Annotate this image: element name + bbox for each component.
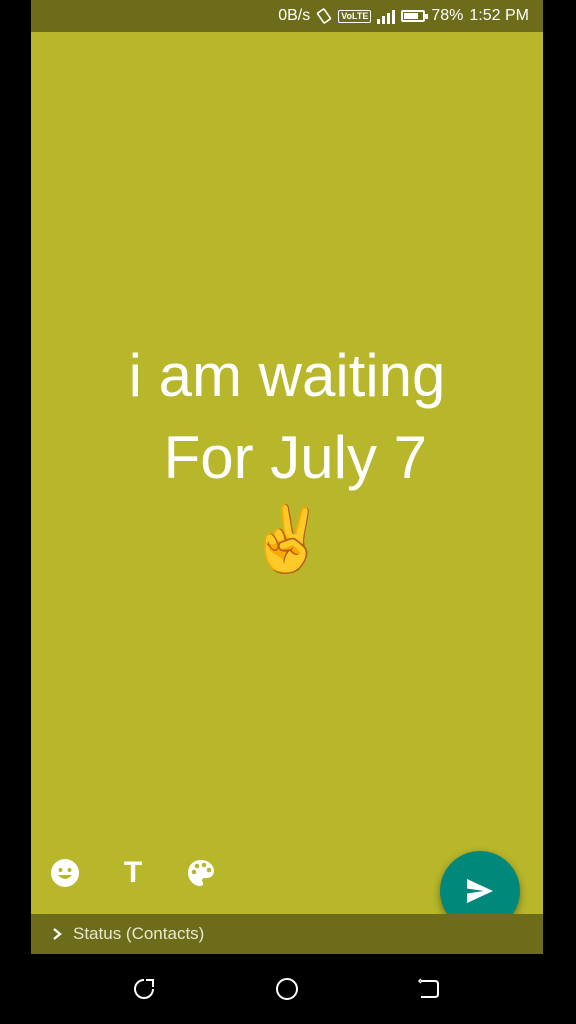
- emoji-icon[interactable]: [48, 856, 82, 890]
- battery-percent: 78%: [431, 7, 464, 24]
- audience-label: Status (Contacts): [73, 924, 205, 943]
- system-status-bar: 0B/s VoLTE 78% 1:52 PM: [31, 0, 543, 32]
- status-composer-screen: 0B/s VoLTE 78% 1:52 PM i am waiting For …: [31, 0, 543, 954]
- back-icon[interactable]: [416, 976, 442, 1002]
- network-speed: 0B/s: [278, 7, 311, 24]
- status-text-line-2: For July 7: [146, 424, 428, 491]
- chevron-right-icon: [53, 928, 62, 940]
- phone-frame: 0B/s VoLTE 78% 1:52 PM i am waiting For …: [0, 0, 576, 1024]
- volte-badge: VoLTE: [338, 9, 372, 23]
- home-icon[interactable]: [274, 976, 300, 1002]
- signal-icon: [377, 8, 396, 24]
- victory-hand-emoji: ✌️: [247, 503, 327, 575]
- send-icon: [467, 879, 493, 903]
- status-audience-selector[interactable]: Status (Contacts): [31, 914, 543, 954]
- battery-icon: [401, 10, 429, 22]
- text-style-icon[interactable]: T: [116, 856, 150, 890]
- recent-apps-icon[interactable]: [131, 976, 157, 1002]
- palette-icon[interactable]: [184, 856, 218, 890]
- rotate-icon: [316, 8, 332, 24]
- clock: 1:52 PM: [469, 7, 529, 24]
- status-text-input[interactable]: i am waiting For July 7 ✌️: [31, 335, 543, 579]
- system-navigation-bar: [0, 954, 576, 1024]
- status-text-line-1: i am waiting: [128, 342, 446, 409]
